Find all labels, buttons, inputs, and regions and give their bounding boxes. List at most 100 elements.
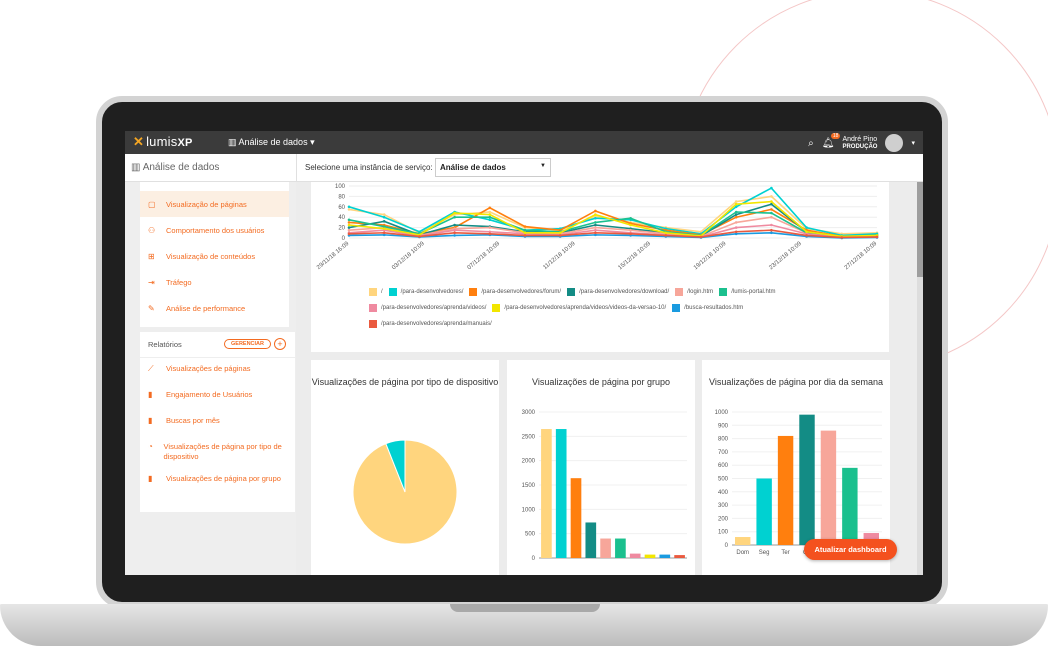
data-point [382,213,386,216]
sidebar-item-visualizacao-de-paginas[interactable]: ▢ Visualização de páginas [140,191,289,217]
report-item[interactable]: ◔ Visualizações de página por tipo de dis… [140,436,295,468]
legend-item[interactable]: /login.htm [675,288,713,296]
bar [674,555,685,558]
legend-item[interactable]: / [369,288,383,296]
legend-item[interactable]: /para-desenvolvedores/download/ [567,288,669,296]
sidebar-item-conteudos[interactable]: ⊞ Visualização de conteúdos [140,243,289,269]
chart-title: Visualizações de página por tipo de disp… [311,377,499,387]
legend-item[interactable]: /para-desenvolvedores/aprenda/videos/ [369,304,486,312]
x-tick-label: 29/11/18 16:09 [316,241,351,271]
bar [735,537,751,545]
report-item[interactable]: ▮ Visualizações de página por grupo [140,468,295,494]
edit-icon: ✎ [148,303,155,313]
data-point [629,232,632,236]
data-point [770,195,773,198]
legend-swatch [567,288,576,296]
app-logo[interactable]: ✕ lumisXP [133,134,193,150]
chevron-down-icon[interactable]: ▾ [911,139,915,147]
data-point [770,211,773,215]
manage-button[interactable]: GERENCIAR [224,339,272,349]
report-item[interactable]: ▮ Engajamento de Usuários [140,384,295,410]
legend-label: /para-desenvolvedores/ [400,289,464,295]
data-point [594,209,597,213]
data-point [664,234,668,237]
data-point [805,234,808,237]
sidebar-item-comportamento[interactable]: ⚇ Comportamento dos usuários [140,217,289,243]
data-point [840,236,844,239]
legend-label: /para-desenvolvedores/forum/ [481,289,562,295]
y-tick-label: 200 [718,516,729,522]
legend-swatch [369,304,377,312]
user-icon: ⚇ [148,225,156,235]
data-point [594,226,597,229]
x-tick-label: 07/12/18 10:09 [467,241,502,272]
data-point [594,228,597,232]
grid-icon: ⊞ [148,251,155,261]
sidebar-item-performance[interactable]: ✎ Análise de performance [140,295,289,321]
bar [570,478,582,558]
report-label: Visualizações de páginas [166,364,251,373]
reports-title: Relatórios [148,340,182,349]
user-info[interactable]: André Pino PRODUÇÃO [842,136,877,151]
reports-header: Relatórios GERENCIAR + [140,332,295,358]
avatar[interactable] [885,134,904,152]
app-screen: ✕ lumisXP ▥ Análise de dados ▾ ⌕ 🔔︎ 18 And… [125,131,923,575]
sidebar-item-label: Visualização de páginas [166,199,247,209]
bell-icon: 🔔︎ [821,137,835,149]
data-point [734,230,738,234]
y-tick-label: 40 [338,215,345,221]
legend-item[interactable]: /para-desenvolvedores/aprenda/videos/vid… [492,304,666,312]
y-tick-label: 600 [718,463,729,469]
legend-label: /para-desenvolvedores/aprenda/manuais/ [381,321,492,327]
legend-item[interactable]: /para-desenvolvedores/forum/ [469,288,561,296]
legend-swatch [388,288,397,296]
x-tick-label: Ter [781,550,789,556]
app-menu[interactable]: ▥ Análise de dados ▾ [228,137,315,148]
x-tick-label: 19/12/18 10:09 [693,241,728,272]
refresh-dashboard-button[interactable]: Atualizar dashboard [804,539,897,560]
legend-label: / [381,289,383,295]
report-item[interactable]: ⟋ Visualizações de páginas [140,358,295,384]
x-tick-label: 23/12/18 10:09 [768,241,803,272]
data-point [347,208,351,211]
scrollbar-thumb[interactable] [917,182,923,277]
report-item[interactable]: ▮ Buscas por mês [140,410,295,436]
content-scrollbar[interactable] [917,182,923,575]
legend-item[interactable]: /para-desenvolvedores/aprenda/manuais/ [369,320,492,328]
bar [820,430,837,545]
legend-item[interactable]: /busca-resultados.htm [672,304,743,312]
data-point [558,234,562,237]
data-point [347,228,351,232]
bar [799,414,815,545]
data-point [382,215,386,219]
caret-down-icon: ▼ [540,163,546,169]
data-point [523,231,527,235]
data-point [523,228,527,232]
search-icon[interactable]: ⌕ [808,138,814,149]
sidebar: ▢ Visualização de páginas ⚇ Comportamento … [125,182,307,575]
user-role: PRODUÇÃO [842,143,878,150]
notifications-button[interactable]: 🔔︎ 18 [821,132,841,149]
data-point [734,210,738,214]
bar-chart-icon: ▮ [148,416,153,425]
data-point [382,227,386,230]
legend-swatch [675,288,684,296]
x-tick-label: Dom [736,550,749,556]
chart-legend: / /para-desenvolvedores/ /para-desenvolved… [369,288,869,336]
y-tick-label: 500 [718,477,729,483]
data-point [805,230,808,234]
legend-swatch [469,288,478,296]
legend-item[interactable]: /para-desenvolvedores/ [388,288,464,296]
service-select[interactable]: Análise de dados ▼ [435,158,551,177]
sidebar-item-trafego[interactable]: ⇥ Tráfego [140,269,289,295]
add-report-button[interactable]: + [274,338,286,350]
data-point [453,223,456,227]
bar [777,435,794,545]
bar-chart-icon: ▮ [148,474,153,483]
building-icon: ▥ [228,137,239,147]
sidebar-item-label: Análise de performance [166,303,246,313]
x-tick-label: 27/12/18 10:09 [844,241,879,272]
legend-item[interactable]: /lumis-portal.htm [719,288,776,296]
report-label: Engajamento de Usuários [166,390,253,399]
y-tick-label: 20 [338,226,345,232]
